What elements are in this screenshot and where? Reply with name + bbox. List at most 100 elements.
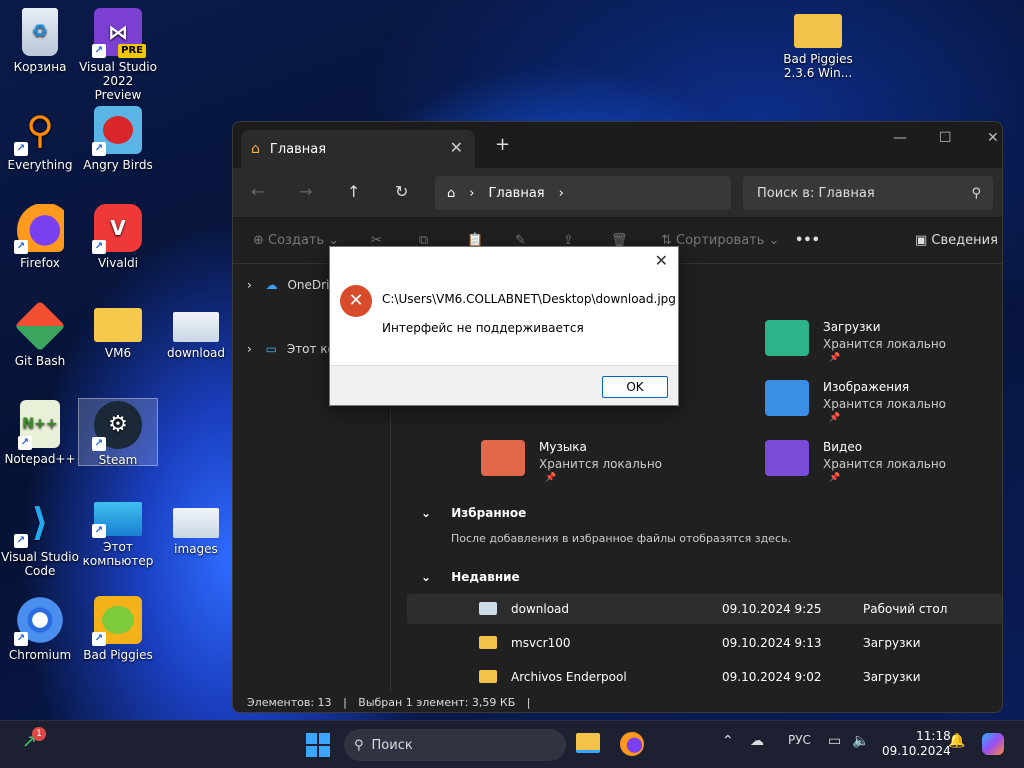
- dialog-footer: OK: [330, 365, 678, 405]
- image-file-icon: [479, 602, 497, 615]
- desktop-icon-label: Visual Studio 2022 Preview: [79, 60, 157, 102]
- quick-access-music[interactable]: Музыка Хранится локально 📌: [481, 440, 701, 484]
- this-pc-icon: ↗: [92, 502, 142, 538]
- desktop-icon-bad-piggies[interactable]: ↗ Bad Piggies: [78, 596, 158, 662]
- visual-studio-preview-icon: ⋈ ↗ PRE: [92, 8, 146, 58]
- notification-badge: 1: [32, 727, 46, 741]
- table-row[interactable]: Archivos Enderpool 09.10.2024 9:02 Загру…: [407, 662, 1002, 692]
- desktop-icon-label: Steam: [98, 453, 138, 467]
- desktop-icon-steam[interactable]: ⚙ ↗ Steam: [78, 398, 158, 467]
- taskbar: ↗ 1 ⚲ Поиск ⌃ ☁ РУС ▭ 🔈 11:18 09.10.2024…: [0, 720, 1024, 768]
- create-button[interactable]: ⊕ Создать ⌄: [253, 233, 339, 248]
- up-icon[interactable]: ↑: [347, 182, 360, 201]
- desktop-icon-visual-studio-preview[interactable]: ⋈ ↗ PRE Visual Studio 2022 Preview: [78, 8, 158, 102]
- chevron-right-icon[interactable]: ›: [247, 278, 252, 292]
- close-tab-icon[interactable]: ✕: [450, 138, 463, 157]
- file-date: 09.10.2024 9:02: [722, 670, 822, 684]
- file-name: Archivos Enderpool: [511, 670, 627, 684]
- favorites-header[interactable]: ⌄ Избранное: [421, 506, 526, 520]
- desktop-icon-label: Chromium: [8, 648, 72, 662]
- forward-icon[interactable]: →: [299, 182, 312, 201]
- minimize-icon[interactable]: —: [893, 130, 907, 146]
- desktop-icon-angry-birds[interactable]: ↗ Angry Birds: [78, 106, 158, 172]
- notification-bell-icon[interactable]: 🔔: [948, 733, 965, 749]
- chevron-down-icon: ⌄: [421, 506, 432, 520]
- new-tab-icon[interactable]: +: [495, 134, 510, 155]
- search-placeholder: Поиск в: Главная: [757, 185, 875, 201]
- quick-access-video[interactable]: Видео Хранится локально 📌: [765, 440, 985, 484]
- desktop-icon-everything[interactable]: ⚲ ↗ Everything: [0, 106, 80, 172]
- notepad-plus-plus-icon: N++ ↗: [18, 400, 60, 450]
- folder-icon: [94, 308, 142, 342]
- steam-icon: ⚙ ↗: [92, 401, 142, 451]
- tab-home[interactable]: ⌂ Главная ✕: [241, 130, 475, 168]
- desktop-icon-vm6-folder[interactable]: VM6: [78, 302, 158, 360]
- firefox-icon: ↗: [14, 204, 64, 254]
- quick-access-downloads[interactable]: Загрузки Хранится локально 📌: [765, 320, 985, 364]
- desktop-icon-images[interactable]: images: [156, 498, 236, 556]
- status-bar: Элементов: 13 | Выбран 1 элемент: 3,59 К…: [247, 696, 531, 709]
- desktop-icon-chromium[interactable]: ↗ Chromium: [0, 596, 80, 662]
- chevron-right-icon: ›: [469, 185, 475, 201]
- desktop-icon-this-pc[interactable]: ↗ Этот компьютер: [78, 498, 158, 568]
- video-folder-icon: [765, 440, 809, 476]
- chevron-right-icon[interactable]: ›: [247, 342, 252, 356]
- desktop-icon-download[interactable]: download: [156, 302, 236, 360]
- chevron-up-icon[interactable]: ⌃: [722, 733, 734, 749]
- table-row[interactable]: download 09.10.2024 9:25 Рабочий стол: [407, 594, 1002, 624]
- cloud-icon[interactable]: ☁: [750, 733, 764, 749]
- table-row[interactable]: msvcr100 09.10.2024 9:13 Загрузки: [407, 628, 1002, 658]
- desktop-icon-label: Firefox: [20, 256, 60, 270]
- file-name: msvcr100: [511, 636, 571, 650]
- search-input[interactable]: Поиск в: Главная ⚲: [743, 176, 993, 210]
- desktop-icon-vscode[interactable]: ⟩ ↗ Visual Studio Code: [0, 498, 80, 578]
- back-icon[interactable]: ←: [251, 182, 264, 201]
- refresh-icon[interactable]: ↻: [395, 182, 408, 201]
- details-button[interactable]: ▣ Сведения: [915, 233, 998, 248]
- volume-icon[interactable]: 🔈: [852, 733, 869, 749]
- close-window-icon[interactable]: ✕: [987, 130, 999, 146]
- address-bar[interactable]: ⌂ › Главная ›: [435, 176, 731, 210]
- folder-icon: [794, 14, 842, 48]
- file-date: 09.10.2024 9:13: [722, 636, 822, 650]
- maximize-icon[interactable]: ☐: [939, 130, 952, 146]
- chevron-right-icon[interactable]: ›: [559, 186, 564, 201]
- desktop-icon-recycle-bin[interactable]: ♻ Корзина: [0, 8, 80, 74]
- file-location: Загрузки: [863, 670, 921, 684]
- search-placeholder: Поиск: [371, 737, 413, 753]
- network-icon[interactable]: ▭: [828, 733, 841, 749]
- folder-icon: [479, 670, 497, 683]
- desktop-icon-firefox[interactable]: ↗ Firefox: [0, 204, 80, 270]
- recent-header[interactable]: ⌄ Недавние: [421, 570, 520, 584]
- copilot-icon[interactable]: [982, 733, 1004, 755]
- desktop-icon-git-bash[interactable]: Git Bash: [0, 300, 80, 368]
- desktop-icon-notepad-plus-plus[interactable]: N++ ↗ Notepad++: [0, 400, 80, 466]
- desktop-icon-label: download: [166, 346, 226, 360]
- firefox-taskbar-icon[interactable]: [620, 732, 644, 756]
- close-dialog-icon[interactable]: ✕: [655, 251, 668, 270]
- quick-access-images[interactable]: Изображения Хранится локально 📌: [765, 380, 985, 424]
- desktop-icon-label: Корзина: [13, 60, 67, 74]
- start-button[interactable]: [306, 733, 330, 757]
- file-explorer-taskbar-icon[interactable]: [576, 733, 600, 753]
- desktop-icon-label: images: [174, 542, 218, 556]
- language-indicator[interactable]: РУС: [788, 733, 811, 747]
- bad-piggies-icon: ↗: [92, 596, 142, 646]
- cloud-icon: ☁: [265, 278, 278, 292]
- desktop-icon-label: Git Bash: [14, 354, 66, 368]
- tab-bar: ⌂ Главная ✕ + — ☐ ✕: [233, 122, 1002, 168]
- image-file-icon: [173, 508, 219, 538]
- desktop-icon-label: Этот компьютер: [82, 540, 154, 568]
- selection-info: Выбран 1 элемент: 3,59 КБ: [358, 696, 516, 709]
- more-options-icon[interactable]: •••: [795, 233, 820, 248]
- clock[interactable]: 11:18 09.10.2024: [882, 729, 951, 759]
- desktop-icon-bad-piggies-folder[interactable]: Bad Piggies 2.3.6 Win...: [778, 8, 858, 80]
- taskbar-search-input[interactable]: ⚲ Поиск: [344, 729, 566, 761]
- ok-button[interactable]: OK: [602, 376, 668, 398]
- desktop-icon-label: Vivaldi: [97, 256, 139, 270]
- downloads-folder-icon: [765, 320, 809, 356]
- breadcrumb-home[interactable]: Главная: [488, 186, 544, 201]
- error-icon: ✕: [340, 285, 372, 317]
- desktop-icon-label: Notepad++: [4, 452, 76, 466]
- desktop-icon-vivaldi[interactable]: V ↗ Vivaldi: [78, 204, 158, 270]
